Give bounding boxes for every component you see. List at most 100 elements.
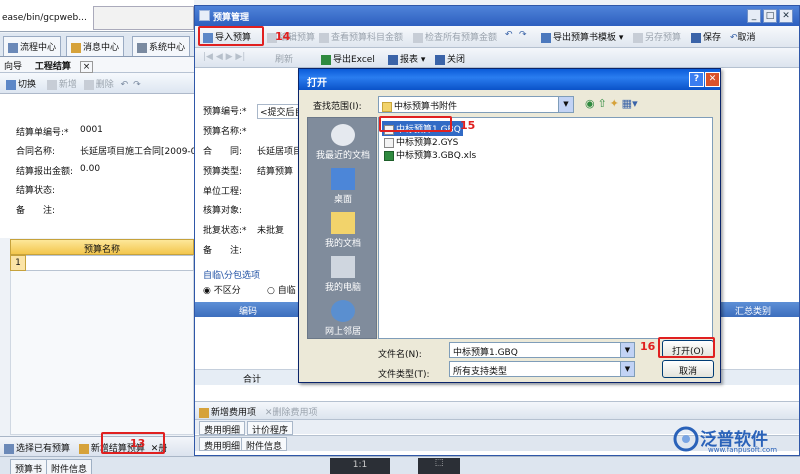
step-number: 15 bbox=[460, 119, 476, 132]
settlement-tab[interactable]: 工程结算 bbox=[35, 62, 71, 72]
redo-icon[interactable]: ↷ bbox=[133, 80, 141, 90]
check-icon bbox=[413, 32, 423, 43]
close-tab-icon[interactable]: × bbox=[79, 61, 94, 73]
sub-navigation: 向导 工程结算 × bbox=[0, 57, 194, 73]
tab-attachment-info[interactable]: 附件信息 bbox=[46, 459, 93, 474]
minimize-icon[interactable]: _ bbox=[747, 9, 761, 23]
tab-budget-book[interactable]: 预算书 bbox=[10, 459, 48, 474]
delete-fee-button[interactable]: ✕删除费用项 bbox=[265, 408, 318, 418]
guide-link[interactable]: 向导 bbox=[4, 62, 22, 72]
settlement-amount-value[interactable]: 0.00 bbox=[80, 164, 100, 174]
fullscreen-icon[interactable]: ⬚ bbox=[418, 458, 460, 474]
address-text: ease/bin/gcpweb... bbox=[2, 13, 87, 23]
place-recent-documents[interactable]: 我最近的文档 bbox=[308, 124, 378, 161]
chevron-down-icon[interactable]: ▼ bbox=[620, 343, 634, 357]
column-code[interactable]: 编码 bbox=[239, 304, 257, 317]
export-template-button[interactable]: 导出预算书模板 ▾ bbox=[541, 30, 623, 43]
grid-header-budget-name[interactable]: 预算名称 bbox=[10, 239, 194, 255]
save-button[interactable]: 保存 bbox=[691, 30, 721, 43]
add-button[interactable]: 新增 bbox=[46, 79, 77, 90]
module-tabs: 流程中心 消息中心 系统中心 bbox=[0, 33, 194, 57]
table-row[interactable] bbox=[10, 255, 194, 271]
settlement-form: 结算单编号:* 0001 合同名称: 长延居项目施工合同[2009-0 结算报出… bbox=[0, 94, 196, 238]
place-network[interactable]: 网上邻居 bbox=[308, 300, 378, 337]
tab-attachment-info-bottom[interactable]: 附件信息 bbox=[241, 437, 288, 452]
excel-icon bbox=[321, 54, 331, 65]
system-icon bbox=[137, 42, 147, 53]
filetype-label: 文件类型(T): bbox=[378, 370, 430, 380]
maximize-icon[interactable]: □ bbox=[763, 9, 777, 23]
window-app-icon bbox=[199, 10, 210, 21]
form-label: 合同名称: bbox=[16, 147, 56, 157]
check-all-budgets-button[interactable]: 检查所有预算金额 bbox=[413, 30, 497, 43]
radio-no-distinction[interactable]: ◉ 不区分 bbox=[203, 283, 241, 296]
close-button[interactable]: 关闭 bbox=[435, 52, 465, 65]
cancel-button[interactable]: 取消 bbox=[662, 360, 714, 378]
filename-label: 文件名(N): bbox=[378, 350, 422, 360]
form-label: 结算状态: bbox=[16, 186, 56, 196]
grid-empty-area bbox=[10, 271, 194, 435]
export-excel-button[interactable]: 导出Excel bbox=[321, 52, 375, 65]
undo-icon[interactable]: ↶ bbox=[505, 30, 513, 40]
contract-name-value[interactable]: 长延居项目施工合同[2009-0 bbox=[80, 144, 196, 157]
undo-icon[interactable]: ↶ bbox=[121, 80, 129, 90]
filetype-select[interactable]: 所有支持类型 ▼ bbox=[449, 361, 635, 377]
contract-value[interactable]: 长延居项目 bbox=[257, 144, 302, 157]
select-existing-budget-button[interactable]: 选择已有预算 bbox=[4, 443, 70, 454]
add-fee-icon bbox=[199, 407, 209, 418]
my-computer-icon bbox=[331, 256, 355, 278]
approval-status-value[interactable]: 未批复 bbox=[257, 223, 284, 236]
form-label: 备 注: bbox=[203, 246, 243, 256]
help-icon[interactable]: ? bbox=[689, 72, 704, 87]
budget-type-value[interactable]: 结算预算 bbox=[257, 164, 293, 177]
chevron-down-icon[interactable]: ▼ bbox=[620, 362, 634, 376]
network-icon bbox=[331, 300, 355, 322]
step-number: 16 bbox=[640, 340, 656, 353]
add-fee-button[interactable]: 新增费用项 bbox=[199, 407, 256, 418]
excel-file-icon bbox=[384, 150, 394, 161]
delete-icon bbox=[83, 79, 94, 90]
back-icon[interactable]: ◉ bbox=[585, 97, 595, 110]
column-summary-category[interactable]: 汇总类别 bbox=[735, 304, 771, 317]
close-icon[interactable]: ✕ bbox=[779, 9, 793, 23]
save-as-icon bbox=[633, 32, 643, 43]
look-in-select[interactable]: 中标预算书附件 ▼ bbox=[378, 96, 574, 113]
place-desktop[interactable]: 桌面 bbox=[308, 168, 378, 205]
browser-tab-stub[interactable] bbox=[93, 6, 194, 30]
close-icon[interactable]: ✕ bbox=[705, 72, 720, 87]
chevron-down-icon[interactable]: ▼ bbox=[558, 97, 573, 112]
new-folder-icon[interactable]: ✦ bbox=[610, 97, 619, 110]
flow-icon bbox=[8, 42, 18, 53]
redo-icon[interactable]: ↷ bbox=[519, 30, 527, 40]
tab-fee-details-bottom[interactable]: 费用明细 bbox=[199, 437, 246, 452]
highlight-selected-file bbox=[379, 116, 452, 132]
place-my-computer[interactable]: 我的电脑 bbox=[308, 256, 378, 293]
report-button[interactable]: 报表 ▾ bbox=[388, 52, 425, 65]
form-label: 核算对象: bbox=[203, 206, 243, 216]
refresh-button[interactable]: 刷新 bbox=[275, 52, 293, 65]
tab-system-center[interactable]: 系统中心 bbox=[132, 36, 191, 56]
open-file-dialog: 打开 ? ✕ 查找范围(I): 中标预算书附件 ▼ ◉ ⇧ ✦ ▦▾ 我最近的文… bbox=[298, 68, 721, 383]
place-my-documents[interactable]: 我的文档 bbox=[308, 212, 378, 249]
switch-button[interactable]: 切换 bbox=[6, 79, 36, 90]
settlement-number-value[interactable]: 0001 bbox=[80, 125, 103, 135]
file-item[interactable]: 中标预算3.GBQ.xls bbox=[382, 147, 478, 162]
my-documents-icon bbox=[331, 212, 355, 234]
save-as-budget-button[interactable]: 另存预算 bbox=[633, 30, 681, 43]
form-label: 单位工程: bbox=[203, 187, 243, 197]
radio-self-operated[interactable]: ○ 自临 bbox=[267, 283, 296, 296]
tab-flow-center[interactable]: 流程中心 bbox=[3, 36, 62, 56]
first-record-icon[interactable]: |◀ ◀ ▶ ▶| bbox=[203, 52, 245, 62]
form-label: 备 注: bbox=[16, 206, 56, 216]
tab-message-center[interactable]: 消息中心 bbox=[66, 36, 125, 56]
tab-fee-details[interactable]: 费用明细 bbox=[199, 421, 246, 436]
view-menu-icon[interactable]: ▦▾ bbox=[622, 97, 638, 110]
view-budget-items-button[interactable]: 查看预算科目金额 bbox=[319, 30, 403, 43]
form-label: 批复状态:* bbox=[203, 226, 247, 236]
cancel-button[interactable]: ↶取消 bbox=[730, 30, 756, 43]
save-icon bbox=[691, 32, 701, 43]
up-folder-icon[interactable]: ⇧ bbox=[597, 97, 606, 110]
filename-input[interactable]: 中标预算1.GBQ ▼ bbox=[449, 342, 635, 358]
tab-pricing-procedure[interactable]: 计价程序 bbox=[247, 421, 294, 436]
delete-button[interactable]: 删除 bbox=[83, 79, 114, 90]
